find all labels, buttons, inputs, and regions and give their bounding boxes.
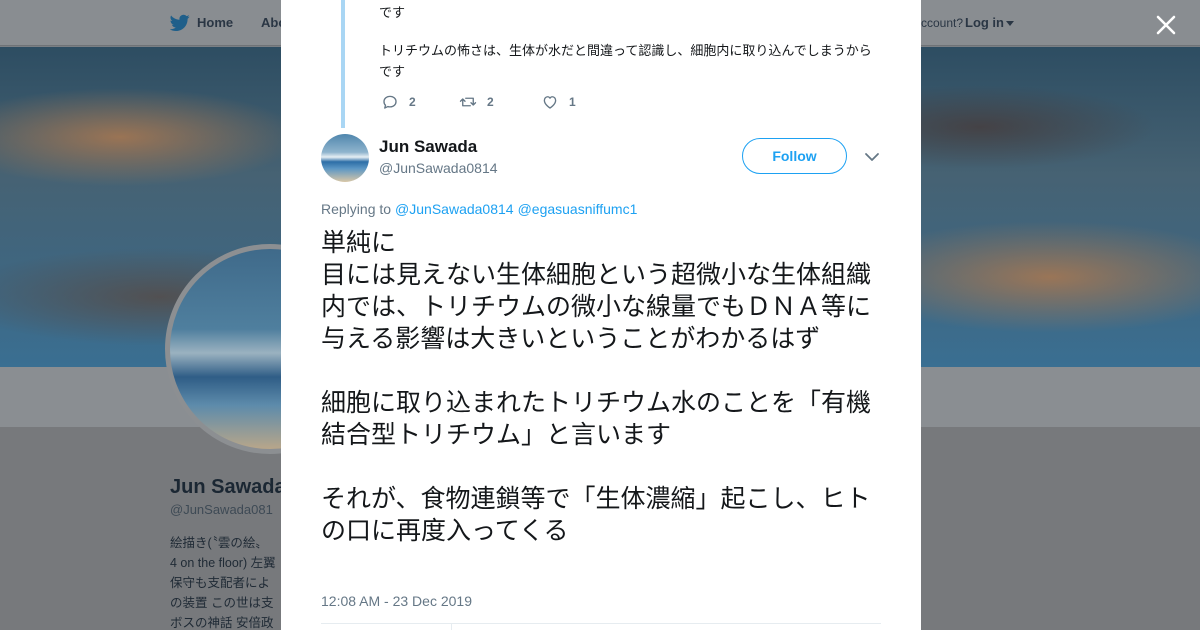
profile-name: Jun Sawada [170,476,286,498]
tweet-text-line: 単純に [321,228,397,257]
twitter-bird-icon[interactable] [170,14,190,32]
parent-tweet-text: です [379,6,406,21]
login-label: Log in [965,15,1004,30]
login-button[interactable]: Log in [965,15,1014,30]
chevron-down-icon[interactable] [864,150,880,164]
profile-bio-line: 絵描き(〝雲の絵〟 [170,536,268,550]
like-count: 1 [569,95,576,109]
retweet-button[interactable]: 2 [459,92,494,112]
replying-to-label: Replying to [321,201,392,217]
retweet-icon [459,97,477,107]
thread-connector-line [341,0,345,128]
divider [451,623,452,630]
tweet-text-line: 目には見えない生体細胞という超微小な生体組織内では、トリチウムの微小な線量でもＤ… [321,260,872,353]
tweet-text-line: それが、食物連鎖等で「生体濃縮」起こし、ヒトの口に再度入ってくる [321,484,871,545]
reply-button[interactable]: 2 [381,92,416,112]
like-icon [543,96,557,109]
replying-to-link[interactable]: @JunSawada0814 [395,201,514,217]
like-button[interactable]: 1 [541,92,576,112]
tweet-text-line: 細胞に取り込まれたトリチウム水のことを「有機結合型トリチウム」と言います [321,388,872,449]
divider [321,623,881,624]
tweet-permalink-modal: です トリチウムの怖さは、生体が水だと間違って認識し、細胞内に取り込んでしまうか… [281,0,921,630]
close-icon[interactable] [1153,12,1179,38]
profile-bio-line: ボスの神話 安倍政 [170,616,274,630]
profile-handle: @JunSawada081 [170,502,273,517]
nav-home-link[interactable]: Home [197,15,233,30]
have-account-text: ccount? [921,16,964,30]
tweet-text-gap [321,355,886,387]
tweet-text: 単純に 目には見えない生体細胞という超微小な生体組織内では、トリチウムの微小な線… [321,227,886,547]
author-handle[interactable]: @JunSawada0814 [379,160,498,176]
follow-button[interactable]: Follow [742,138,847,174]
profile-bio: 絵描き(〝雲の絵〟 4 on the floor) 左翼 保守も支配者によ の装… [170,533,285,630]
chevron-down-icon [1006,21,1014,27]
tweet-timestamp[interactable]: 12:08 AM - 23 Dec 2019 [321,593,472,609]
profile-bio-line: 保守も支配者によ [170,576,271,590]
retweet-count: 2 [487,95,494,109]
author-name[interactable]: Jun Sawada [379,137,477,157]
reply-count: 2 [409,95,416,109]
profile-bio-line: の装置 この世は支 [170,596,274,610]
replying-to-link[interactable]: @egasuasniffumc1 [518,201,638,217]
replying-to: Replying to @JunSawada0814 @egasuasniffumc… [321,201,637,217]
author-avatar[interactable] [321,134,369,182]
tweet-text-gap [321,451,886,483]
reply-icon [383,95,397,109]
parent-tweet-text: トリチウムの怖さは、生体が水だと間違って認識し、細胞内に取り込んでしまうからです [379,44,872,80]
profile-bio-line: 4 on the floor) 左翼 [170,556,276,570]
